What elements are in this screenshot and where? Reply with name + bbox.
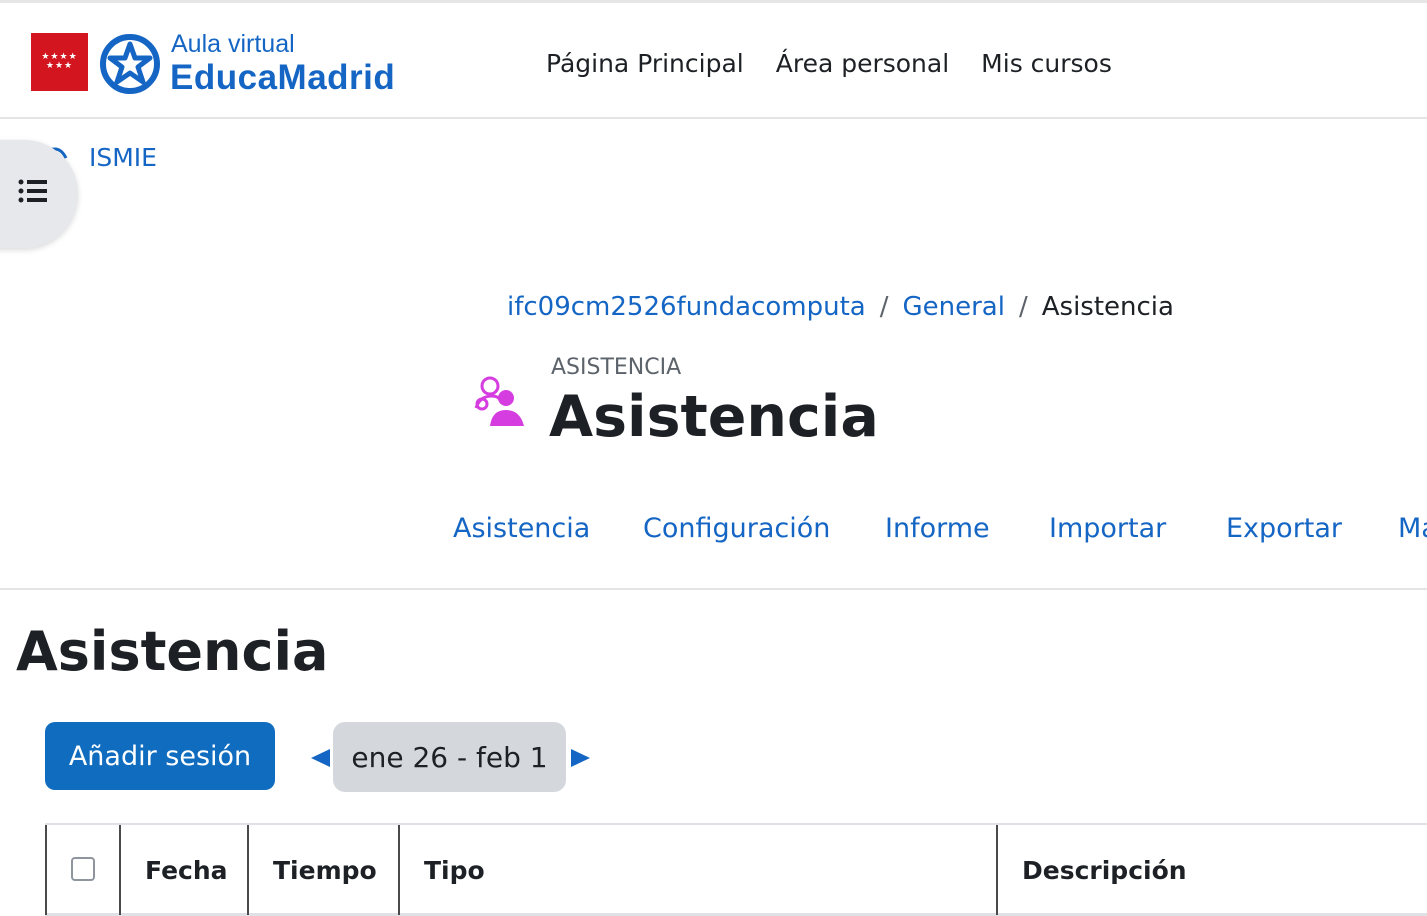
nav-home[interactable]: Página Principal bbox=[546, 49, 744, 78]
site-title[interactable]: EducaMadrid bbox=[170, 58, 395, 98]
activity-title: Asistencia bbox=[549, 384, 879, 450]
secondary-navigation: Asistencia Configuración Informe Importa… bbox=[0, 505, 1427, 590]
next-week-arrow-icon[interactable] bbox=[571, 749, 590, 767]
nav-dashboard[interactable]: Área personal bbox=[776, 49, 949, 78]
tab-settings[interactable]: Configuración bbox=[643, 513, 830, 544]
sessions-table-header: Fecha Tiempo Tipo Descripción bbox=[45, 823, 1427, 916]
tab-import[interactable]: Importar bbox=[1049, 513, 1166, 544]
attendance-icon bbox=[474, 376, 524, 426]
tab-export[interactable]: Exportar bbox=[1226, 513, 1342, 544]
breadcrumb-section[interactable]: General bbox=[903, 292, 1005, 322]
add-session-button[interactable]: Añadir sesión bbox=[45, 722, 275, 790]
select-all-checkbox[interactable] bbox=[71, 857, 95, 881]
site-subtitle[interactable]: Aula virtual bbox=[171, 30, 295, 59]
page-heading: Asistencia bbox=[16, 620, 329, 683]
breadcrumb-course[interactable]: ifc09cm2526fundacomputa bbox=[507, 292, 866, 322]
educamadrid-star-logo-icon[interactable] bbox=[98, 32, 162, 96]
tab-more[interactable]: Ma bbox=[1398, 513, 1427, 544]
previous-week-arrow-icon[interactable] bbox=[311, 749, 330, 767]
tab-attendance[interactable]: Asistencia bbox=[453, 513, 590, 544]
top-navbar: ★★★★ ★★★ Aula virtual EducaMadrid Página … bbox=[0, 0, 1427, 119]
breadcrumb-separator: / bbox=[879, 292, 889, 322]
activity-type-label: ASISTENCIA bbox=[551, 355, 682, 380]
date-range-selector[interactable]: ene 26 - feb 1 bbox=[333, 722, 566, 792]
select-all-column bbox=[45, 825, 119, 915]
comunidad-madrid-flag-logo[interactable]: ★★★★ ★★★ bbox=[31, 33, 88, 91]
nav-my-courses[interactable]: Mis cursos bbox=[981, 49, 1112, 78]
column-header-time[interactable]: Tiempo bbox=[247, 825, 398, 915]
tab-report[interactable]: Informe bbox=[885, 513, 990, 544]
breadcrumb-current: Asistencia bbox=[1041, 292, 1174, 322]
column-header-type[interactable]: Tipo bbox=[398, 825, 996, 915]
column-header-date[interactable]: Fecha bbox=[119, 825, 247, 915]
list-icon bbox=[18, 179, 47, 203]
course-index-label[interactable]: ISMIE bbox=[89, 143, 157, 172]
primary-navigation: Página Principal Área personal Mis curso… bbox=[546, 49, 1144, 78]
column-header-description[interactable]: Descripción bbox=[996, 825, 1427, 915]
breadcrumb-separator: / bbox=[1018, 292, 1028, 322]
breadcrumb: ifc09cm2526fundacomputa / General / Asistenc… bbox=[507, 292, 1174, 322]
